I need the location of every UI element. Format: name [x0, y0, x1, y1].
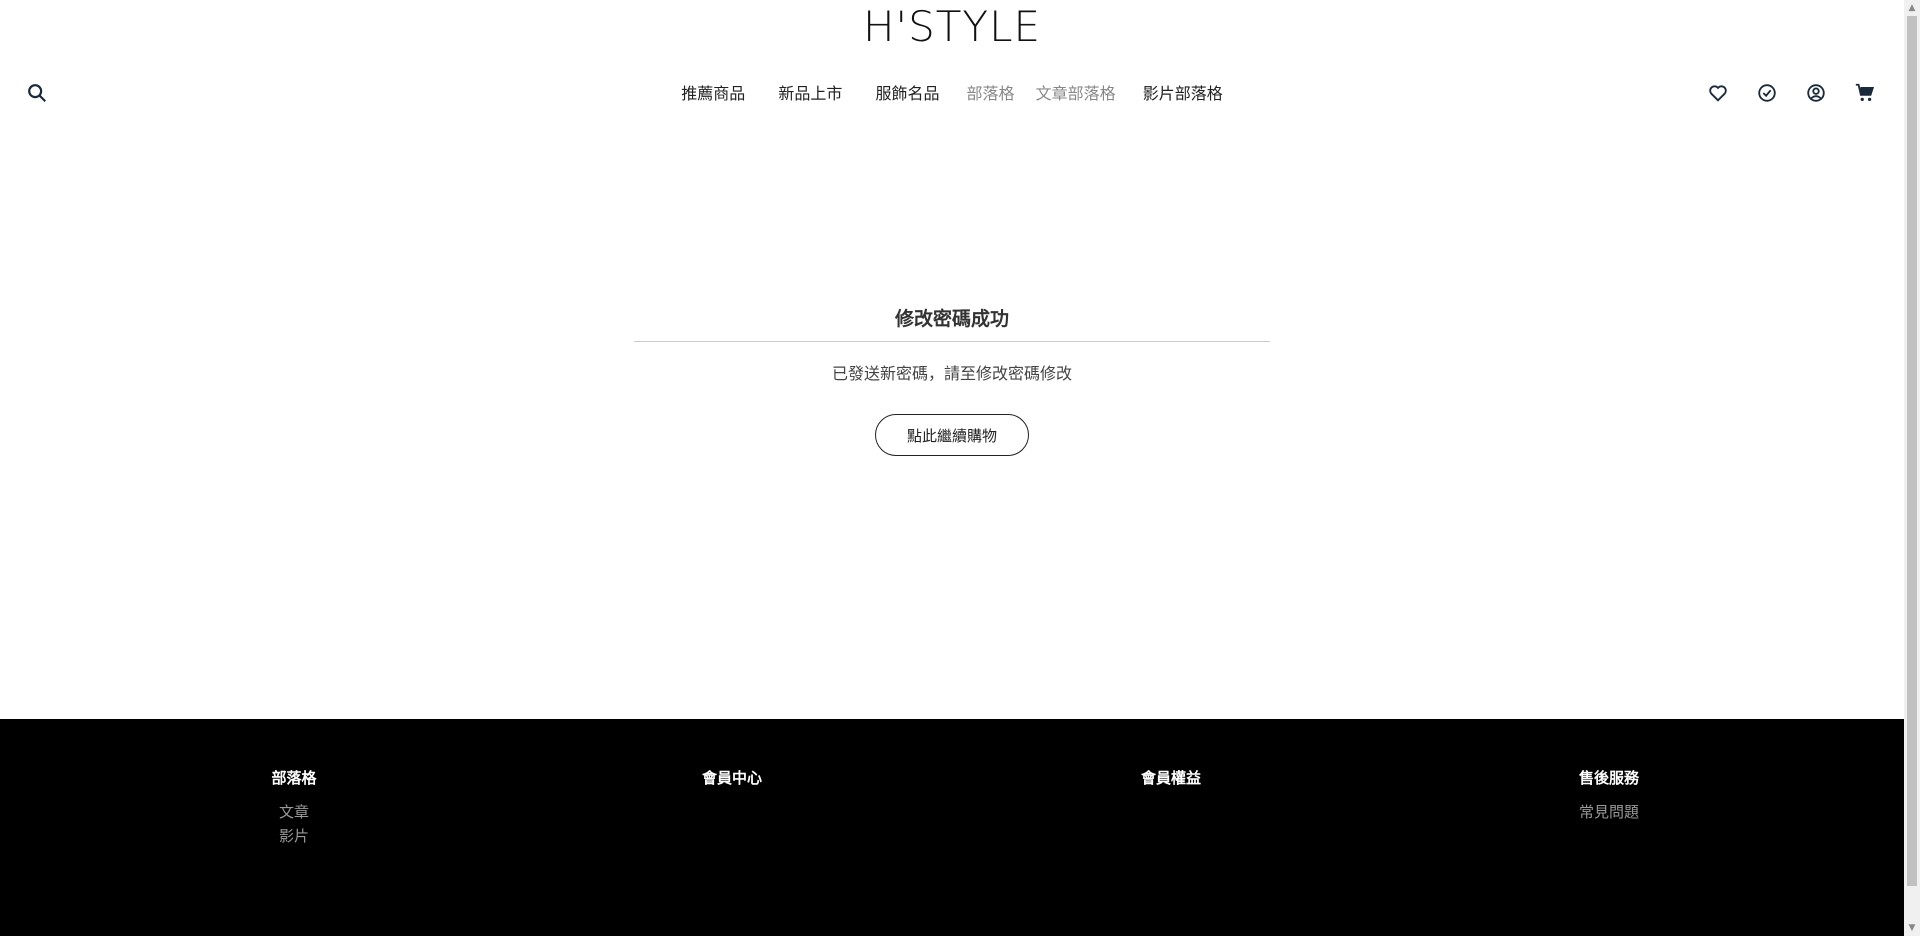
footer: 部落格 文章 影片 會員中心 會員權益 售後服務 常見問題	[0, 719, 1904, 936]
status-message: 已發送新密碼，請至修改密碼修改	[831, 364, 1072, 383]
scrollbar-thumb[interactable]	[1907, 16, 1917, 886]
scroll-up-arrow-icon[interactable]: ▲	[1904, 0, 1920, 16]
footer-link-videos[interactable]: 影片	[244, 824, 344, 848]
cart-icon[interactable]	[1854, 82, 1876, 104]
footer-heading: 會員中心	[701, 769, 762, 787]
heart-icon[interactable]	[1707, 82, 1729, 104]
footer-link-faq[interactable]: 常見問題	[1559, 800, 1659, 824]
nav-recommended[interactable]: 推薦商品	[681, 80, 745, 104]
footer-heading: 會員權益	[1140, 769, 1201, 787]
nav-fashion[interactable]: 服飾名品	[875, 80, 939, 104]
nav-video-blog[interactable]: 影片部落格	[1143, 80, 1223, 104]
nav-article-blog[interactable]: 文章部落格	[1036, 80, 1116, 104]
footer-heading: 售後服務	[1578, 769, 1639, 787]
footer-column-member-center: 會員中心	[682, 767, 782, 800]
page-title: 修改密碼成功	[894, 308, 1009, 330]
user-icon[interactable]	[1805, 82, 1827, 104]
continue-shopping-button[interactable]: 點此繼續購物	[875, 414, 1029, 456]
footer-column-member-benefits: 會員權益	[1121, 767, 1221, 800]
nav-new-arrivals[interactable]: 新品上市	[778, 80, 842, 104]
nav-blog[interactable]: 部落格	[967, 80, 1015, 104]
footer-link-articles[interactable]: 文章	[244, 800, 344, 824]
footer-column-blog: 部落格 文章 影片	[244, 767, 344, 848]
check-circle-icon[interactable]	[1756, 82, 1778, 104]
footer-column-after-sales: 售後服務 常見問題	[1559, 767, 1659, 824]
site-logo[interactable]: H'STYLE	[0, 2, 1904, 51]
main-nav: 推薦商品 新品上市 服飾名品 部落格 文章部落格 影片部落格	[0, 80, 1904, 104]
header-actions	[1707, 82, 1876, 104]
footer-heading: 部落格	[271, 769, 317, 787]
scrollbar[interactable]: ▲ ▼	[1904, 0, 1920, 936]
divider	[634, 341, 1270, 342]
page: H'STYLE 推薦商品 新品上市 服飾名品 部落格 文章部落格 影片部落格 修…	[0, 0, 1920, 936]
scroll-down-arrow-icon[interactable]: ▼	[1904, 920, 1920, 936]
